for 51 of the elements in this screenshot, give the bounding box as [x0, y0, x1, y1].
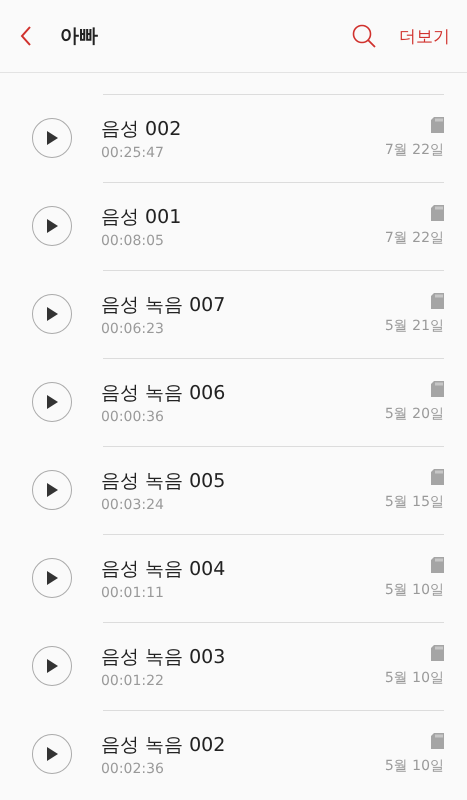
- recording-duration: 00:03:24: [101, 496, 165, 512]
- play-icon: [46, 219, 58, 233]
- play-button[interactable]: [32, 118, 72, 158]
- play-button[interactable]: [32, 470, 72, 510]
- recording-date: 5월 21일: [384, 317, 444, 335]
- recording-date: 5월 15일: [384, 493, 444, 511]
- play-button[interactable]: [32, 734, 72, 774]
- play-icon: [46, 307, 58, 321]
- sd-card-icon: [431, 205, 444, 221]
- play-icon: [46, 395, 58, 409]
- recording-date: 5월 10일: [384, 757, 444, 775]
- recording-duration: 00:06:23: [101, 320, 165, 336]
- play-button[interactable]: [32, 294, 72, 334]
- search-icon[interactable]: [351, 23, 377, 49]
- recording-date: 7월 22일: [384, 229, 444, 247]
- sd-card-icon: [431, 645, 444, 661]
- screen-title: 아빠: [60, 24, 99, 49]
- recording-name: 음성 001: [101, 204, 182, 230]
- recording-duration: 00:02:36: [101, 760, 165, 776]
- recording-name: 음성 녹음 002: [101, 732, 226, 758]
- recording-name: 음성 녹음 007: [101, 292, 226, 318]
- recording-duration: 00:01:11: [101, 584, 165, 600]
- play-button[interactable]: [32, 558, 72, 598]
- recording-name: 음성 녹음 003: [101, 644, 226, 670]
- recording-name: 음성 녹음 006: [101, 380, 226, 406]
- more-button[interactable]: 더보기: [399, 24, 450, 48]
- recording-duration: 00:08:05: [101, 232, 165, 248]
- sd-card-icon: [431, 557, 444, 573]
- play-button[interactable]: [32, 382, 72, 422]
- play-icon: [46, 483, 58, 497]
- recording-date: 5월 10일: [384, 669, 444, 687]
- recording-date: 5월 20일: [384, 405, 444, 423]
- play-icon: [46, 659, 58, 673]
- recording-date: 7월 22일: [384, 141, 444, 159]
- play-icon: [46, 747, 58, 761]
- sd-card-icon: [431, 469, 444, 485]
- recording-name: 음성 녹음 005: [101, 468, 226, 494]
- play-button[interactable]: [32, 206, 72, 246]
- recording-duration: 00:01:22: [101, 672, 165, 688]
- play-button[interactable]: [32, 646, 72, 686]
- sd-card-icon: [431, 117, 444, 133]
- recording-name: 음성 002: [101, 116, 182, 142]
- play-icon: [46, 131, 58, 145]
- recording-date: 5월 10일: [384, 581, 444, 599]
- sd-card-icon: [431, 733, 444, 749]
- sd-card-icon: [431, 293, 444, 309]
- recording-name: 음성 녹음 004: [101, 556, 226, 582]
- play-icon: [46, 571, 58, 585]
- recording-duration: 00:00:36: [101, 408, 165, 424]
- recording-duration: 00:25:47: [101, 144, 165, 160]
- sd-card-icon: [431, 381, 444, 397]
